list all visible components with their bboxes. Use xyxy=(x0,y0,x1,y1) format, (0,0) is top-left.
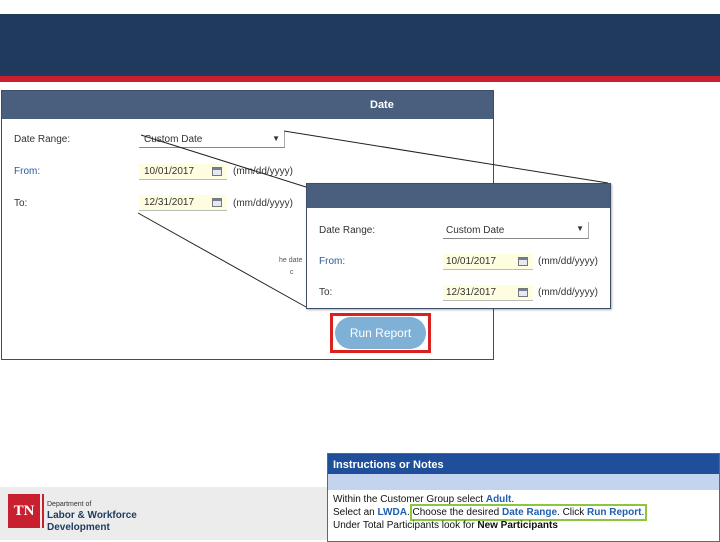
zoom-titlebar xyxy=(307,184,610,208)
from-label: From: xyxy=(319,256,346,267)
date-range-instruction-highlight: Choose the desired Date Range. Click Run… xyxy=(409,504,648,521)
calendar-icon[interactable] xyxy=(518,257,528,266)
to-date-value: 12/31/2017 xyxy=(446,287,497,298)
instruction-line-2: Select an LWDA. Choose the desired Date … xyxy=(333,504,648,521)
from-date-format: (mm/dd/yyyy) xyxy=(538,256,598,267)
instruction-text: . Click xyxy=(557,507,588,518)
new-participants-term: New Participants xyxy=(477,520,558,531)
calendar-icon[interactable] xyxy=(518,288,528,297)
dept-name-line-2: Development xyxy=(47,522,110,533)
tn-logo: TN xyxy=(8,494,40,528)
instructions-box: Instructions or Notes Within the Custome… xyxy=(327,453,720,542)
dept-name: Labor & Workforce Development xyxy=(47,510,137,534)
dept-name-line-1: Labor & Workforce xyxy=(47,510,137,521)
from-date-value: 10/01/2017 xyxy=(446,256,497,267)
dept-prefix: Department of xyxy=(47,501,92,508)
instruction-line-1: Within the Customer Group select Adult. xyxy=(333,494,514,505)
from-date-input[interactable]: 10/01/2017 xyxy=(443,254,533,270)
zoomed-date-panel: Date Range: Custom Date ▼ From: 10/01/20… xyxy=(306,183,611,309)
instructions-strip xyxy=(328,474,719,490)
lwda-term: LWDA xyxy=(377,507,407,518)
date-range-term: Date Range xyxy=(502,507,558,518)
instructions-title: Instructions or Notes xyxy=(328,454,719,474)
run-report-term: Run Report xyxy=(587,507,642,518)
chevron-down-icon: ▼ xyxy=(576,224,584,233)
instruction-text: . xyxy=(641,507,645,518)
logo-divider xyxy=(42,494,44,528)
instruction-text: Select an xyxy=(333,507,378,518)
run-report-button[interactable]: Run Report xyxy=(335,317,426,349)
to-date-input[interactable]: 12/31/2017 xyxy=(443,285,533,301)
to-date-format: (mm/dd/yyyy) xyxy=(538,287,598,298)
instruction-line-3: Under Total Participants look for New Pa… xyxy=(333,520,558,531)
date-range-value: Custom Date xyxy=(446,225,505,236)
date-range-label: Date Range: xyxy=(319,225,376,236)
instruction-text: Under Total Participants look for xyxy=(333,520,478,531)
instruction-text: Within the Customer Group select xyxy=(333,494,486,505)
instruction-text: . xyxy=(511,494,515,505)
instruction-text: Choose the desired xyxy=(412,507,503,518)
date-range-select[interactable]: Custom Date ▼ xyxy=(443,222,589,239)
to-label: To: xyxy=(319,287,333,298)
customer-group-term: Adult xyxy=(485,494,512,505)
